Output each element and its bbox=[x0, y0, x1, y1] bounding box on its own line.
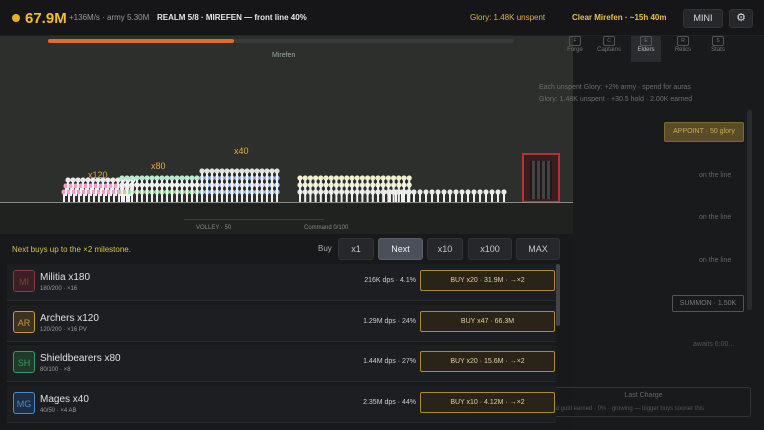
buy-qty-x100[interactable]: x100 bbox=[468, 238, 512, 260]
unit-list-scrollbar[interactable] bbox=[556, 264, 560, 326]
militia-icon: MI bbox=[13, 270, 35, 292]
unit-name: Mages x40 bbox=[40, 394, 89, 405]
appoint-button[interactable]: APPOINT · 50 glory bbox=[664, 122, 744, 142]
soldier-figure bbox=[441, 189, 447, 202]
unit-count: 80/100 · ×8 bbox=[40, 367, 71, 373]
unit-dps: 216K dps · 4.1% bbox=[364, 277, 416, 284]
glory-status: Glory: 1.48K unspent bbox=[470, 13, 546, 22]
income-rate: +136M/s · army 5.30M bbox=[69, 13, 150, 22]
buy-label: Buy bbox=[318, 244, 332, 253]
elder-status: on the line bbox=[699, 172, 732, 179]
forge-icon: F bbox=[569, 36, 581, 46]
soldier-figure bbox=[417, 189, 423, 202]
soldier-figure bbox=[489, 189, 495, 202]
soldier-figure bbox=[423, 189, 429, 202]
tab-elders-label: Elders bbox=[637, 47, 655, 53]
elder-status: on the line bbox=[699, 214, 732, 221]
buy-shieldbearers-button[interactable]: BUY x20 · 15.6M · →×2 bbox=[420, 351, 555, 372]
front-line-progress bbox=[48, 39, 514, 43]
stack-label-mages: x40 bbox=[234, 146, 249, 156]
buy-archers-button[interactable]: BUY x47 · 66.3M bbox=[420, 311, 555, 332]
elders-icon: E bbox=[640, 36, 652, 46]
army-formation bbox=[61, 168, 507, 202]
last-charge-panel[interactable]: Last Charge ... total gold earned · 0% ·… bbox=[536, 387, 751, 417]
tab-elders[interactable]: E Elders bbox=[631, 36, 661, 62]
stack-label-shieldbearers: x80 bbox=[151, 161, 166, 171]
tab-forge[interactable]: F Forge bbox=[560, 36, 590, 62]
unit-name: Militia x180 bbox=[40, 272, 91, 283]
soldier-figure bbox=[411, 189, 417, 202]
soldier-figure bbox=[465, 189, 471, 202]
gate-bars bbox=[530, 161, 552, 199]
front-line-progress-fill bbox=[48, 39, 235, 43]
glory-summary: Glory: 1.48K unspent · +30.5 hold · 2.00… bbox=[539, 96, 693, 103]
unit-row-archers: AR Archers x120 120/200 · ×16 PV 1.29M d… bbox=[7, 305, 556, 342]
buy-qty-x1[interactable]: x1 bbox=[338, 238, 374, 260]
buy-qty-next[interactable]: Next bbox=[378, 238, 423, 260]
soldier-figure bbox=[501, 189, 507, 202]
tab-relics-label: Relics bbox=[674, 47, 692, 53]
volley-bar bbox=[184, 219, 324, 220]
last-charge-title: Last Charge bbox=[624, 392, 663, 399]
shieldbearers-icon: SH bbox=[13, 351, 35, 373]
mini-button[interactable]: MINI bbox=[683, 9, 723, 28]
tab-stats-label: Stats bbox=[711, 47, 725, 53]
unit-row-mages: MG Mages x40 40/50 · ×4 AB 2.35M dps · 4… bbox=[7, 386, 556, 423]
archers-icon: AR bbox=[13, 311, 35, 333]
soldier-figure bbox=[429, 189, 435, 202]
stats-icon: S bbox=[712, 36, 724, 46]
sidebar-tabs: F Forge C Captains E Elders R Relics S Stats bbox=[560, 36, 764, 62]
unit-count: 120/200 · ×16 PV bbox=[40, 327, 87, 333]
buy-qty-max[interactable]: MAX bbox=[516, 238, 560, 260]
gear-icon[interactable]: ⚙ bbox=[729, 9, 753, 28]
soldier-figure bbox=[471, 189, 477, 202]
soldier-figure bbox=[435, 189, 441, 202]
soldier-figure bbox=[459, 189, 465, 202]
soldier-figure bbox=[495, 189, 501, 202]
soldier-figure bbox=[477, 189, 483, 202]
soldier-figure bbox=[483, 189, 489, 202]
volley-status: VOLLEY · 50 bbox=[196, 225, 232, 231]
battlefield-name: Mirefen bbox=[272, 52, 296, 59]
unit-row-shieldbearers: SH Shieldbearers x80 80/100 · ×8 1.44M d… bbox=[7, 345, 556, 382]
buy-hint: Next buys up to the ×2 milestone. bbox=[12, 245, 131, 254]
buy-qty-x10[interactable]: x10 bbox=[427, 238, 463, 260]
unit-count: 40/50 · ×4 AB bbox=[40, 408, 77, 414]
clear-eta: Clear Mirefen · ~15h 40m bbox=[572, 13, 667, 22]
top-bar: 67.9M +136M/s · army 5.30M REALM 5/8 · M… bbox=[0, 0, 764, 36]
gold-coin-icon bbox=[12, 14, 20, 22]
tab-forge-label: Forge bbox=[567, 47, 583, 53]
enemy-gate bbox=[522, 153, 560, 203]
captains-icon: C bbox=[603, 36, 615, 46]
glory-note: Each unspent Glory: +2% army · spend for… bbox=[539, 84, 691, 91]
mages-icon: MG bbox=[13, 392, 35, 414]
summon-button[interactable]: SUMMON · 1.50K bbox=[672, 295, 744, 312]
unit-count: 180/200 · ×16 bbox=[40, 286, 78, 292]
unit-name: Archers x120 bbox=[40, 313, 99, 324]
gold-amount: 67.9M bbox=[25, 10, 67, 27]
unit-list: MI Militia x180 180/200 · ×16 216K dps ·… bbox=[0, 264, 566, 430]
unit-row-militia: MI Militia x180 180/200 · ×16 216K dps ·… bbox=[7, 264, 556, 301]
relics-icon: R bbox=[677, 36, 689, 46]
tab-stats[interactable]: S Stats bbox=[703, 36, 733, 62]
realm-status: REALM 5/8 · MIREFEN — front line 40% bbox=[157, 13, 307, 22]
soldier-figure bbox=[375, 189, 381, 202]
soldier-figure bbox=[447, 189, 453, 202]
buy-mages-button[interactable]: BUY x10 · 4.12M · →×2 bbox=[420, 392, 555, 413]
soldier-figure bbox=[381, 189, 387, 202]
unit-dps: 1.44M dps · 27% bbox=[363, 358, 416, 365]
soldier-figure bbox=[453, 189, 459, 202]
tab-relics[interactable]: R Relics bbox=[668, 36, 698, 62]
unit-name: Shieldbearers x80 bbox=[40, 353, 121, 364]
unit-dps: 1.29M dps · 24% bbox=[363, 318, 416, 325]
unit-dps: 2.35M dps · 44% bbox=[363, 399, 416, 406]
stack-label-archers: x120 bbox=[88, 170, 108, 180]
sidebar-scrollbar[interactable] bbox=[747, 110, 752, 310]
awaits-status: awaits 6:00... bbox=[693, 341, 735, 348]
buy-militia-button[interactable]: BUY x20 · 31.9M · →×2 bbox=[420, 270, 555, 291]
tab-captains[interactable]: C Captains bbox=[594, 36, 624, 62]
elder-status: on the line bbox=[699, 257, 732, 264]
command-status: Command 0/100 bbox=[304, 225, 349, 231]
tab-captains-label: Captains bbox=[597, 47, 621, 53]
